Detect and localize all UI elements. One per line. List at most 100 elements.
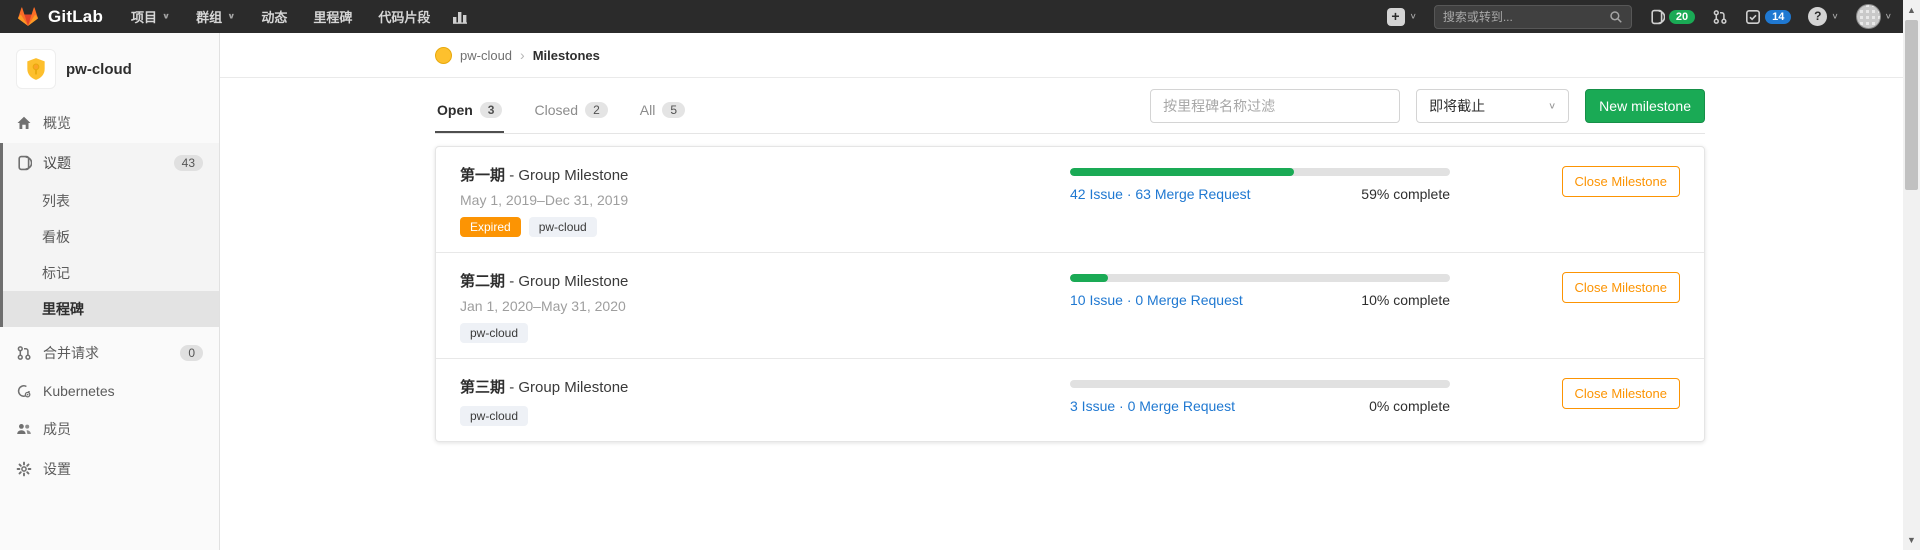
progress-bar	[1070, 274, 1450, 282]
close-milestone-button[interactable]: Close Milestone	[1562, 378, 1681, 409]
sidebar-item-issues-list[interactable]: 列表	[3, 183, 219, 219]
milestone-filters: 即将截止 ∨ New milestone	[1150, 89, 1705, 131]
gitlab-home-link[interactable]: GitLab	[16, 5, 103, 29]
issues-dashboard-button[interactable]: 20	[1649, 9, 1695, 25]
milestone-info: 第一期 - Group Milestone May 1, 2019–Dec 31…	[460, 164, 1022, 237]
scrollbar-down-arrow[interactable]: ▼	[1903, 535, 1920, 550]
milestone-progress-block: 3 Issue · 0 Merge Request 0% complete	[1070, 376, 1450, 426]
tab-open[interactable]: Open 3	[435, 86, 504, 133]
issues-icon	[16, 155, 32, 171]
sidebar-item-boards[interactable]: 看板	[3, 219, 219, 255]
sidebar-section-issues: 议题 43 列表 看板 标记 里程碑	[0, 143, 219, 327]
user-menu-button[interactable]: ∨	[1856, 4, 1892, 29]
user-avatar	[1856, 4, 1881, 29]
search-input[interactable]	[1443, 10, 1603, 24]
search-icon	[1609, 10, 1623, 24]
main-content: pw-cloud › Milestones Open 3 Closed 2	[220, 33, 1920, 550]
sidebar-item-members[interactable]: 成员	[0, 409, 219, 449]
project-badge: pw-cloud	[460, 323, 528, 343]
milestone-info: 第三期 - Group Milestone pw-cloud	[460, 376, 1022, 426]
sidebar-item-overview[interactable]: 概览	[0, 103, 219, 143]
sidebar-item-issues[interactable]: 议题 43	[3, 143, 219, 183]
percent-complete: 0% complete	[1369, 398, 1450, 414]
breadcrumb-separator: ›	[520, 47, 525, 63]
members-icon	[16, 421, 32, 437]
percent-complete: 10% complete	[1361, 292, 1450, 308]
kubernetes-icon	[16, 383, 32, 399]
project-sidebar: pw-cloud 概览 议题 43 列表 看板 标记 里程碑	[0, 33, 220, 550]
chevron-down-icon: ∨	[162, 12, 170, 21]
nav-item-snippets[interactable]: 代码片段	[378, 7, 430, 26]
gitlab-logo-icon	[16, 5, 40, 29]
new-milestone-button[interactable]: New milestone	[1585, 89, 1705, 123]
milestone-progress-block: 42 Issue · 63 Merge Request 59% complete	[1070, 164, 1450, 237]
help-menu-button[interactable]: ? ∨	[1808, 7, 1838, 26]
issue-mr-links[interactable]: 42 Issue · 63 Merge Request	[1070, 186, 1251, 202]
milestone-title-link[interactable]: 第一期	[460, 167, 505, 184]
close-milestone-button[interactable]: Close Milestone	[1562, 272, 1681, 303]
top-navbar: GitLab 项目 ∨ 群组 ∨ 动态 里程碑 代码片段 + ∨	[0, 0, 1920, 33]
issue-mr-links[interactable]: 10 Issue · 0 Merge Request	[1070, 292, 1243, 308]
help-icon: ?	[1808, 7, 1827, 26]
milestone-title-link[interactable]: 第二期	[460, 273, 505, 290]
sidebar-item-milestones[interactable]: 里程碑	[3, 291, 219, 327]
mr-count-pill: 0	[180, 345, 203, 361]
page-scrollbar[interactable]: ▲ ▼	[1903, 0, 1920, 550]
sidebar-project-name: pw-cloud	[66, 61, 132, 78]
close-milestone-button[interactable]: Close Milestone	[1562, 166, 1681, 197]
new-menu-button[interactable]: + ∨	[1387, 8, 1417, 26]
issue-mr-links[interactable]: 3 Issue · 0 Merge Request	[1070, 398, 1235, 414]
navbar-menu: 项目 ∨ 群组 ∨ 动态 里程碑 代码片段	[131, 7, 430, 26]
sidebar-item-merge-requests[interactable]: 合并请求 0	[0, 333, 219, 373]
merge-requests-dashboard-button[interactable]	[1712, 9, 1728, 25]
milestone-tabs-row: Open 3 Closed 2 All 5 即将截止	[435, 86, 1705, 134]
todos-button[interactable]: 14	[1745, 9, 1791, 25]
sidebar-project-link[interactable]: pw-cloud	[0, 43, 219, 103]
nav-item-activity[interactable]: 动态	[261, 7, 287, 26]
breadcrumb: pw-cloud › Milestones	[220, 33, 1920, 78]
todos-count-badge: 14	[1765, 10, 1791, 24]
charts-nav-button[interactable]	[452, 9, 469, 24]
milestone-info: 第二期 - Group Milestone Jan 1, 2020–May 31…	[460, 270, 1022, 343]
scrollbar-thumb[interactable]	[1905, 20, 1918, 190]
progress-bar	[1070, 168, 1450, 176]
milestone-progress-block: 10 Issue · 0 Merge Request 10% complete	[1070, 270, 1450, 343]
milestone-row: 第二期 - Group Milestone Jan 1, 2020–May 31…	[436, 252, 1704, 358]
chevron-down-icon: ∨	[1885, 12, 1892, 21]
issues-icon	[1649, 9, 1665, 25]
navbar-right: + ∨ 20	[1387, 4, 1892, 29]
tab-all-count: 5	[662, 102, 685, 118]
sidebar-item-kubernetes[interactable]: Kubernetes	[0, 373, 219, 409]
milestones-panel: 第一期 - Group Milestone May 1, 2019–Dec 31…	[435, 146, 1705, 442]
nav-item-projects[interactable]: 项目 ∨	[131, 7, 170, 26]
milestone-dates: May 1, 2019–Dec 31, 2019	[460, 192, 1022, 208]
sidebar-item-settings[interactable]: 设置	[0, 449, 219, 489]
bar-chart-icon	[452, 9, 469, 24]
breadcrumb-project-link[interactable]: pw-cloud	[460, 48, 512, 63]
percent-complete: 59% complete	[1361, 186, 1450, 202]
issues-count-badge: 20	[1669, 10, 1695, 24]
issues-count-pill: 43	[174, 155, 203, 171]
milestone-title-link[interactable]: 第三期	[460, 379, 505, 396]
progress-bar	[1070, 380, 1450, 388]
plus-icon: +	[1387, 8, 1405, 26]
breadcrumb-page-title: Milestones	[533, 48, 600, 63]
sort-dropdown[interactable]: 即将截止 ∨	[1416, 89, 1569, 123]
milestone-row: 第三期 - Group Milestone pw-cloud	[436, 358, 1704, 441]
milestone-name-filter-input[interactable]	[1150, 89, 1400, 123]
breadcrumb-project-avatar	[435, 47, 452, 64]
chevron-down-icon: ∨	[227, 12, 235, 21]
tab-closed-count: 2	[585, 102, 608, 118]
nav-item-groups[interactable]: 群组 ∨	[196, 7, 235, 26]
tab-all[interactable]: All 5	[638, 86, 687, 133]
nav-item-milestones[interactable]: 里程碑	[313, 7, 352, 26]
tab-closed[interactable]: Closed 2	[532, 86, 609, 133]
tab-open-count: 3	[480, 102, 503, 118]
gear-icon	[16, 461, 32, 477]
expired-badge: Expired	[460, 217, 521, 237]
sidebar-item-labels[interactable]: 标记	[3, 255, 219, 291]
project-badge: pw-cloud	[529, 217, 597, 237]
scrollbar-up-arrow[interactable]: ▲	[1903, 0, 1920, 15]
home-icon	[16, 115, 32, 131]
state-tabs: Open 3 Closed 2 All 5	[435, 86, 687, 133]
